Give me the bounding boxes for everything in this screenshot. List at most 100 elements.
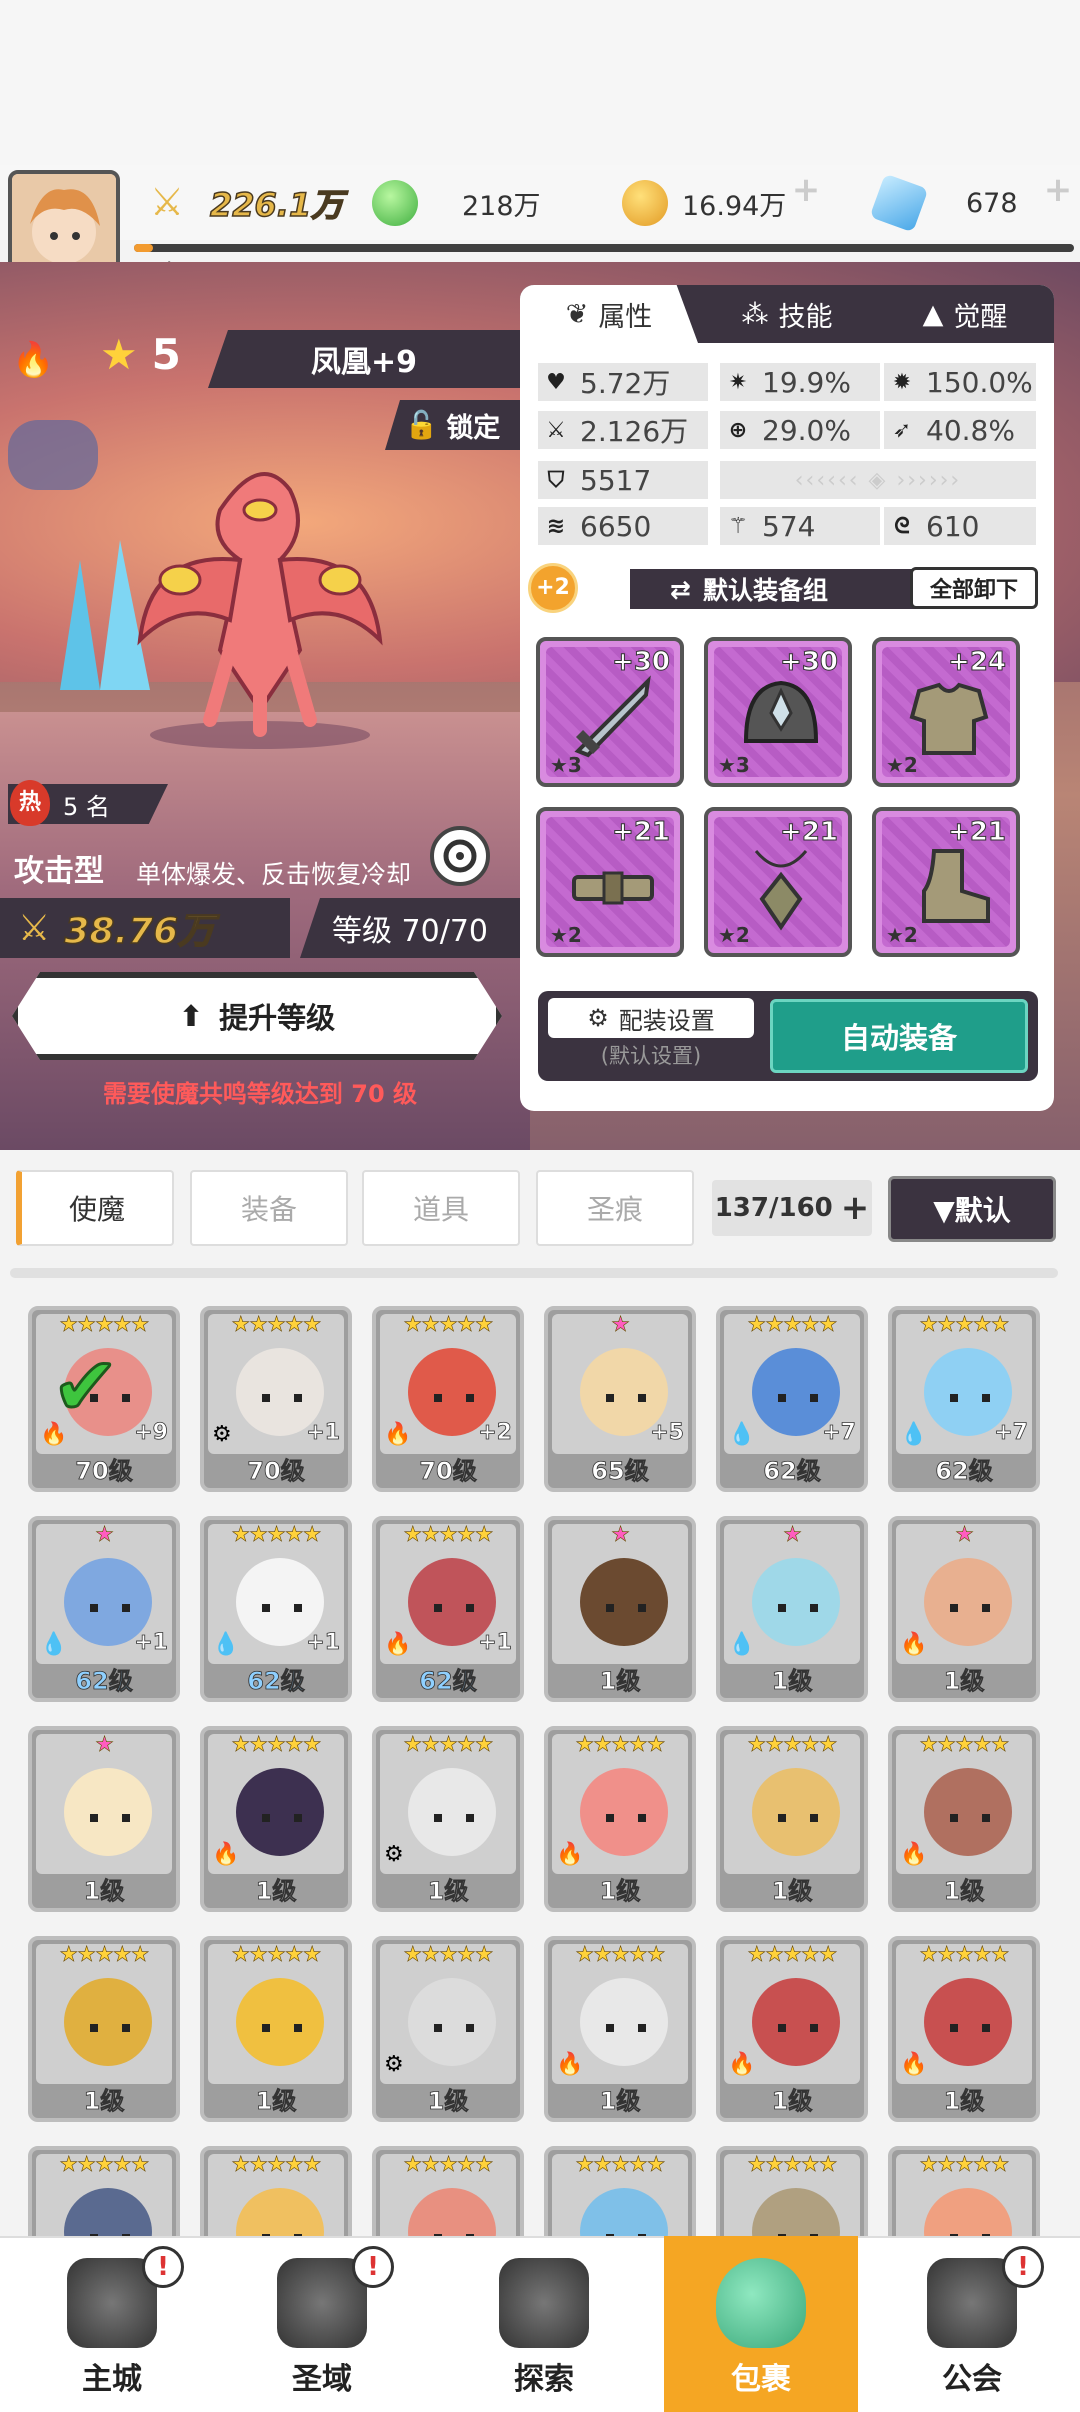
nav-bag-slime[interactable]: 包裹 bbox=[664, 2236, 858, 2412]
familiar-card[interactable]: ★★★★★ 🔥 1级 bbox=[888, 1726, 1040, 1912]
familiar-eyes bbox=[90, 2024, 130, 2032]
wing-icon: ➶ bbox=[892, 417, 912, 443]
stat-hp: ♥ 5.72万 bbox=[538, 363, 708, 401]
familiar-card[interactable]: ★★★★★ 🔥 1级 bbox=[716, 1936, 868, 2122]
auto-equip-button[interactable]: 自动装备 bbox=[770, 999, 1028, 1073]
star-icon: ★ bbox=[100, 330, 138, 379]
familiar-card[interactable]: ★★★★★ 💧 +7 62级 bbox=[716, 1306, 868, 1492]
lock-button[interactable]: 🔓 锁定 bbox=[385, 400, 520, 450]
green-gem-value: 218万 bbox=[462, 190, 541, 222]
card-stars: ★★★★★ bbox=[231, 2152, 322, 2177]
enhance-level: +21 bbox=[612, 817, 671, 848]
familiar-card[interactable]: ★★★★★ 💧 +1 62级 bbox=[200, 1516, 352, 1702]
card-stars: ★★★★★ bbox=[919, 1312, 1010, 1337]
stat-accuracy: ⊕ 29.0% bbox=[720, 411, 880, 449]
spiral-icon: ᘓ bbox=[894, 513, 910, 539]
category-tab-equipment[interactable]: 装备 bbox=[190, 1170, 348, 1246]
shield-icon: ⛉ bbox=[547, 467, 565, 493]
familiar-card[interactable]: ★★★★★ 1级 bbox=[200, 1936, 352, 2122]
tab-attributes[interactable]: ❦ 属性 bbox=[520, 285, 698, 343]
familiar-card[interactable]: ★★★★★ 🔥 1级 bbox=[544, 1726, 696, 1912]
equipment-preset-selector[interactable]: ⇄ 默认装备组 bbox=[630, 569, 930, 609]
fire-element-icon: 🔥 bbox=[12, 340, 55, 380]
familiar-card[interactable]: ★★★★★ 🔥 1级 bbox=[200, 1726, 352, 1912]
familiar-face bbox=[924, 1978, 1012, 2066]
familiar-card[interactable]: ★ 🔥 1级 bbox=[888, 1516, 1040, 1702]
familiar-card[interactable]: ★★★★★ ⚙ +1 70级 bbox=[200, 1306, 352, 1492]
tab-label: 技能 bbox=[778, 301, 833, 333]
familiar-card[interactable]: ★★★★★ 1级 bbox=[28, 1936, 180, 2122]
sun-burst-icon: ✹ bbox=[892, 369, 912, 395]
familiar-card[interactable]: ★ +5 65级 bbox=[544, 1306, 696, 1492]
familiar-card[interactable]: ★★★★★ 1级 bbox=[716, 1726, 868, 1912]
card-level: 62级 bbox=[935, 1457, 993, 1486]
element-icon: ⚙ bbox=[384, 2052, 404, 2077]
familiar-eyes bbox=[606, 1604, 646, 1612]
scrollbar[interactable] bbox=[10, 1268, 1058, 1278]
nav-label: 圣域 bbox=[292, 2362, 352, 2397]
card-level: 1级 bbox=[943, 1667, 985, 1696]
equipment-slot[interactable]: +21 ★2 bbox=[872, 807, 1020, 957]
add-crystal-button[interactable]: + bbox=[1038, 170, 1078, 210]
crystal-value: 678 bbox=[966, 187, 1018, 219]
familiar-card[interactable]: ★ 1级 bbox=[28, 1726, 180, 1912]
familiar-card[interactable]: ★★★★★ 🔥 1级 bbox=[544, 1936, 696, 2122]
element-icon: 🔥 bbox=[556, 2052, 584, 2077]
loadout-settings-button[interactable]: ⚙ 配装设置 bbox=[548, 998, 754, 1038]
card-stars: ★★★★★ bbox=[403, 1942, 494, 1967]
familiar-card[interactable]: ★★★★★ 🔥 +9 ✔ 70级 bbox=[28, 1306, 180, 1492]
card-level: 1级 bbox=[599, 1877, 641, 1906]
familiar-eyes bbox=[778, 1814, 818, 1822]
equipment-slot[interactable]: +30 ★3 bbox=[536, 637, 684, 787]
familiar-card[interactable]: ★ 💧 +1 62级 bbox=[28, 1516, 180, 1702]
familiar-card[interactable]: ★★★★★ ⚙ 1级 bbox=[372, 1936, 524, 2122]
category-tab-familiar[interactable]: 使魔 bbox=[16, 1170, 174, 1246]
inventory-count[interactable]: 137/160 + bbox=[712, 1180, 872, 1236]
stat-1: ≋ 6650 bbox=[538, 507, 708, 545]
tab-awaken[interactable]: ▲ 觉醒 bbox=[876, 285, 1054, 343]
familiar-card[interactable]: ★★★★★ ⚙ 1级 bbox=[372, 1726, 524, 1912]
category-tab-stigma[interactable]: 圣痕 bbox=[536, 1170, 694, 1246]
swirl-icon: ≋ bbox=[546, 513, 566, 539]
belt-icon bbox=[572, 871, 654, 905]
checkmark-icon: ✔ bbox=[50, 1339, 120, 1435]
add-gold-button[interactable]: + bbox=[786, 170, 826, 210]
upgrade-level-button[interactable]: ⬆ 提升等级 bbox=[12, 972, 502, 1060]
player-xp-bar bbox=[134, 244, 1074, 252]
card-stars: ★★★★★ bbox=[59, 1942, 150, 1967]
hero-type-description: 单体爆发、反击恢复冷却 bbox=[136, 860, 412, 889]
plus-icon: + bbox=[840, 1188, 870, 1228]
unequip-all-button[interactable]: 全部卸下 bbox=[910, 567, 1038, 609]
familiar-card[interactable]: ★ 💧 1级 bbox=[716, 1516, 868, 1702]
familiar-card[interactable]: ★★★★★ 🔥 1级 bbox=[888, 1936, 1040, 2122]
familiar-face bbox=[924, 1768, 1012, 1856]
gear-icon: ⚙ bbox=[587, 1004, 609, 1032]
stat-value: 610 bbox=[926, 509, 980, 543]
familiar-card[interactable]: ★★★★★ 🔥 +1 62级 bbox=[372, 1516, 524, 1702]
nav-label: 公会 bbox=[942, 2362, 1002, 2397]
hero-type: 攻击型 bbox=[14, 854, 104, 889]
familiar-card[interactable]: ★★★★★ 💧 +7 62级 bbox=[888, 1306, 1040, 1492]
refresh-cycle-button[interactable] bbox=[430, 826, 490, 886]
equipment-slot[interactable]: +24 ★2 bbox=[872, 637, 1020, 787]
sword-stone-icon bbox=[499, 2258, 589, 2348]
nav-sword-stone[interactable]: 探索 bbox=[444, 2236, 644, 2412]
familiar-eyes bbox=[434, 1814, 474, 1822]
tab-skills[interactable]: ⁂ 技能 bbox=[698, 285, 876, 343]
familiar-face bbox=[580, 1558, 668, 1646]
card-stars: ★★★★★ bbox=[575, 1732, 666, 1757]
locked-skin-button[interactable] bbox=[8, 420, 98, 490]
sort-dropdown[interactable]: ▼默认 bbox=[888, 1176, 1056, 1242]
sword-icon: ⚔ bbox=[546, 417, 566, 443]
category-tab-items[interactable]: 道具 bbox=[362, 1170, 520, 1246]
card-stars: ★★★★★ bbox=[919, 1732, 1010, 1757]
burst-icon: ✷ bbox=[728, 369, 748, 395]
card-level: 1级 bbox=[943, 1877, 985, 1906]
card-level: 70级 bbox=[247, 1457, 305, 1486]
equipment-slot[interactable]: +21 ★2 bbox=[704, 807, 852, 957]
equipment-slot[interactable]: +21 ★2 bbox=[536, 807, 684, 957]
familiar-card[interactable]: ★★★★★ 🔥 +2 70级 bbox=[372, 1306, 524, 1492]
equipment-slot[interactable]: +30 ★3 bbox=[704, 637, 852, 787]
card-level: 65级 bbox=[591, 1457, 649, 1486]
familiar-card[interactable]: ★ 1级 bbox=[544, 1516, 696, 1702]
